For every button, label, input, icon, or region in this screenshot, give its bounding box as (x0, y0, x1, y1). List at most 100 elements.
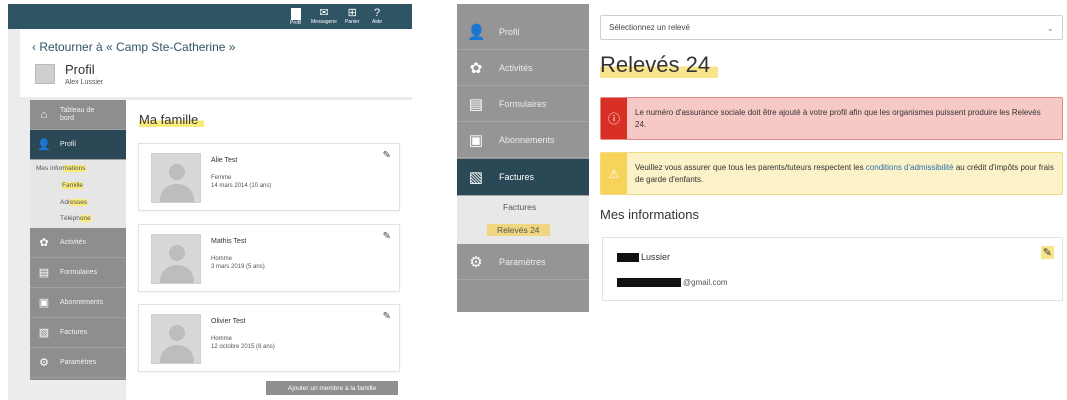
sidebar-item-label: Formulaires (60, 269, 97, 276)
person-icon: 👤 (37, 139, 51, 151)
invoice-icon: ▧ (38, 327, 50, 339)
help-icon: ? (373, 7, 381, 19)
sidebar-item-factures[interactable]: ▧ Factures (457, 159, 589, 196)
topbar-messagerie-label: Messagerie (311, 19, 337, 25)
sidebar-item-label: Factures (499, 172, 535, 182)
profile-submenu: Mes informations Famille Adresses Téléph… (30, 160, 128, 228)
settings-icon: ⚙ (469, 253, 483, 271)
submenu-factures[interactable]: Factures (503, 202, 536, 212)
factures-submenu: Factures Relevés 24 (457, 196, 589, 244)
edit-pencil-icon[interactable]: ✎ (383, 311, 391, 322)
sidebar-item-profil[interactable]: 👤 Profil (30, 130, 128, 160)
sidebar-item-parametres[interactable]: ⚙ Paramètres (30, 348, 128, 378)
sidebar: ⌂ Tableau de bord 👤 Profil Mes informati… (30, 100, 128, 380)
topbar-messagerie[interactable]: ✉ Messagerie (311, 8, 337, 26)
member-birthdate: 14 mars 2014 (10 ans) (211, 183, 272, 189)
eligibility-conditions-link[interactable]: conditions d'admissibilité (866, 163, 954, 172)
member-name: Olivier Test (211, 318, 246, 325)
member-birthdate: 12 octobre 2015 (8 ans) (211, 344, 275, 350)
info-email-row: @gmail.com (617, 278, 728, 287)
submenu-telephone[interactable]: Téléphone (60, 215, 91, 222)
info-card: Lussier @gmail.com ✎ (602, 237, 1063, 301)
topbar-profile-label: Profil (290, 20, 302, 26)
sidebar-item-label: Profil (499, 26, 520, 37)
sidebar-item-label: Paramètres (499, 256, 546, 267)
member-photo (151, 153, 201, 203)
sidebar-item-dashboard[interactable]: ⌂ Tableau de bord (30, 100, 128, 130)
sidebar-item-label: Formulaires (499, 98, 547, 109)
sidebar-item-formulaires[interactable]: ▤ Formulaires (30, 258, 128, 288)
card-icon: ▣ (38, 297, 50, 309)
sidebar-item-formulaires[interactable]: ▤ Formulaires (457, 86, 589, 122)
submenu-adresses[interactable]: Adresses (60, 199, 88, 206)
member-photo (151, 234, 201, 284)
avatar (35, 64, 55, 84)
sidebar-item-label: Activités (60, 239, 87, 246)
warning-icon: ⚠ (601, 153, 627, 194)
info-name-row: Lussier (617, 252, 670, 262)
releve-select[interactable]: Sélectionnez un relevé ⌄ (600, 15, 1063, 40)
topbar-panier[interactable]: ⊞ Panier (345, 8, 360, 26)
page-title: Relevés 24 (600, 52, 719, 78)
topbar-aide-label: Aide (372, 19, 383, 25)
error-alert-text: Le numéro d'assurance sociale doit être … (635, 107, 1041, 129)
sidebar-item-label: Tableau de bord (60, 106, 95, 122)
submenu-famille[interactable]: Famille (62, 182, 83, 189)
submenu-label-highlight: mations (62, 165, 86, 172)
edit-pencil-icon[interactable]: ✎ (383, 231, 391, 242)
add-family-member-button[interactable]: Ajouter un membre à la famille (266, 381, 398, 395)
sidebar-item-profil[interactable]: 👤 Profil (457, 14, 589, 50)
member-gender: Homme (211, 256, 233, 262)
home-icon: ⌂ (40, 108, 48, 121)
select-value: Sélectionnez un relevé (609, 23, 690, 32)
member-card: Alie Test Femme 14 mars 2014 (10 ans) ✎ (138, 143, 400, 211)
top-navigation-bar: Profil ✉ Messagerie ⊞ Panier ? Aide (8, 4, 412, 29)
topbar-panier-label: Panier (345, 19, 360, 25)
redaction-mark (617, 252, 639, 262)
topbar-aide[interactable]: ? Aide (372, 7, 383, 26)
member-gender: Femme (211, 175, 232, 181)
sidebar-item-label: Factures (60, 329, 88, 336)
submenu-mes-informations[interactable]: Mes informations (36, 165, 86, 172)
section-title: Ma famille (139, 112, 205, 127)
topbar-profile[interactable]: Profil (290, 8, 301, 26)
user-name: Alex Lussier (65, 79, 104, 86)
error-alert: ⓘ Le numéro d'assurance sociale doit êtr… (600, 97, 1063, 140)
sidebar-item-label: Activités (499, 62, 533, 73)
warning-alert-text: Veuillez vous assurer que tous les paren… (627, 158, 1062, 190)
member-photo (151, 314, 201, 364)
forms-icon: ▤ (38, 267, 50, 279)
submenu-label-highlight: esses (70, 199, 88, 206)
back-link[interactable]: ‹ Retourner à « Camp Ste-Catherine » (32, 40, 235, 54)
family-panel: Ma famille Alie Test Femme 14 mars 2014 … (126, 100, 412, 400)
sidebar-item-abonnements[interactable]: ▣ Abonnements (457, 122, 589, 158)
info-email: @gmail.com (683, 278, 728, 287)
sidebar-item-label: Profil (60, 141, 76, 148)
profile-icon (290, 8, 301, 20)
error-icon: ⓘ (601, 98, 627, 139)
profile-header: ‹ Retourner à « Camp Ste-Catherine » Pro… (20, 29, 412, 97)
section-heading: Mes informations (600, 207, 699, 222)
card-icon: ▣ (468, 131, 484, 149)
person-icon: 👤 (467, 23, 486, 41)
right-screenshot: 👤 Profil ✿ Activités ▤ Formulaires ▣ Abo… (457, 4, 1067, 312)
warning-alert: ⚠ Veuillez vous assurer que tous les par… (600, 152, 1063, 195)
submenu-label-highlight: one (79, 215, 91, 222)
edit-pencil-icon[interactable]: ✎ (383, 150, 391, 161)
sidebar-item-label: Abonnements (60, 299, 104, 306)
sidebar-item-factures[interactable]: ▧ Factures (30, 318, 128, 348)
sidebar: 👤 Profil ✿ Activités ▤ Formulaires ▣ Abo… (457, 4, 589, 312)
activities-icon: ✿ (469, 59, 483, 77)
sidebar-item-parametres[interactable]: ⚙ Paramètres (457, 244, 589, 280)
member-card: Olivier Test Homme 12 octobre 2015 (8 an… (138, 304, 400, 372)
submenu-releves-24[interactable]: Relevés 24 (487, 224, 550, 236)
member-gender: Homme (211, 336, 233, 342)
sidebar-item-abonnements[interactable]: ▣ Abonnements (30, 288, 128, 318)
sidebar-item-activites[interactable]: ✿ Activités (30, 228, 128, 258)
activities-icon: ✿ (39, 237, 49, 249)
sidebar-item-label: Paramètres (60, 359, 97, 366)
redaction-mark (617, 278, 681, 287)
invoice-icon: ▧ (468, 169, 484, 186)
sidebar-item-activites[interactable]: ✿ Activités (457, 50, 589, 86)
edit-pencil-icon[interactable]: ✎ (1040, 246, 1054, 259)
